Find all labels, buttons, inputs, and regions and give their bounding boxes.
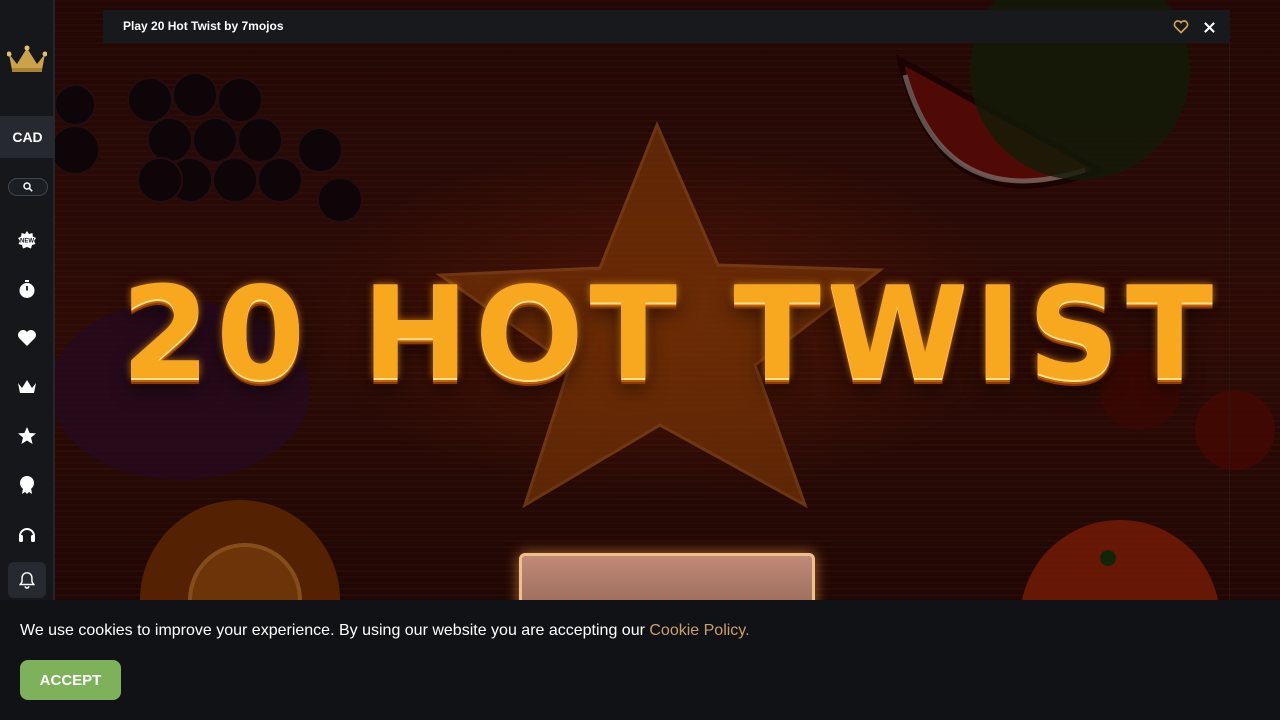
search-button[interactable] <box>8 178 48 196</box>
game-play-button[interactable] <box>519 553 815 600</box>
cookie-message: We use cookies to improve your experienc… <box>20 622 750 640</box>
sidebar-item-notifications[interactable] <box>8 562 46 598</box>
search-icon <box>23 182 33 192</box>
sidebar-item-top[interactable] <box>17 426 37 446</box>
headset-icon <box>19 528 35 542</box>
stopwatch-icon <box>19 280 35 298</box>
sidebar-item-recent[interactable] <box>17 279 37 299</box>
favorite-button[interactable] <box>1172 18 1190 36</box>
sidebar-item-favorites[interactable] <box>17 328 37 348</box>
sidebar-item-rewards[interactable] <box>17 475 37 495</box>
game-titlebar: Play 20 Hot Twist by 7mojos <box>103 10 1230 43</box>
sidebar-item-vip[interactable] <box>17 377 37 397</box>
close-game-button[interactable] <box>1200 18 1218 36</box>
award-ribbon-icon <box>20 476 34 494</box>
crown-logo-icon[interactable] <box>6 44 48 74</box>
bell-icon <box>18 572 36 589</box>
cookie-message-text: We use cookies to improve your experienc… <box>20 622 650 639</box>
game-logo-text: 20 HOT TWIST <box>121 260 1220 409</box>
sidebar-item-new-games[interactable]: NEW <box>17 230 37 250</box>
currency-selector[interactable]: CAD <box>0 116 55 158</box>
heart-outline-icon <box>1173 20 1189 34</box>
heart-icon <box>18 330 36 346</box>
game-window-title: Play 20 Hot Twist by 7mojos <box>123 19 284 33</box>
game-canvas[interactable]: 20 HOT TWIST <box>103 43 1230 600</box>
new-badge-icon: NEW <box>18 231 36 249</box>
close-icon <box>1203 21 1215 33</box>
cookie-policy-link[interactable]: Cookie Policy. <box>649 622 749 639</box>
game-window: Play 20 Hot Twist by 7mojos 20 HOT TWIST <box>103 10 1230 600</box>
sidebar-item-support[interactable] <box>17 524 37 544</box>
crown-icon <box>18 380 36 393</box>
cookie-banner: We use cookies to improve your experienc… <box>0 600 1280 720</box>
star-icon <box>18 427 36 444</box>
svg-text:NEW: NEW <box>20 239 34 245</box>
accept-cookies-button[interactable]: ACCEPT <box>20 660 121 700</box>
